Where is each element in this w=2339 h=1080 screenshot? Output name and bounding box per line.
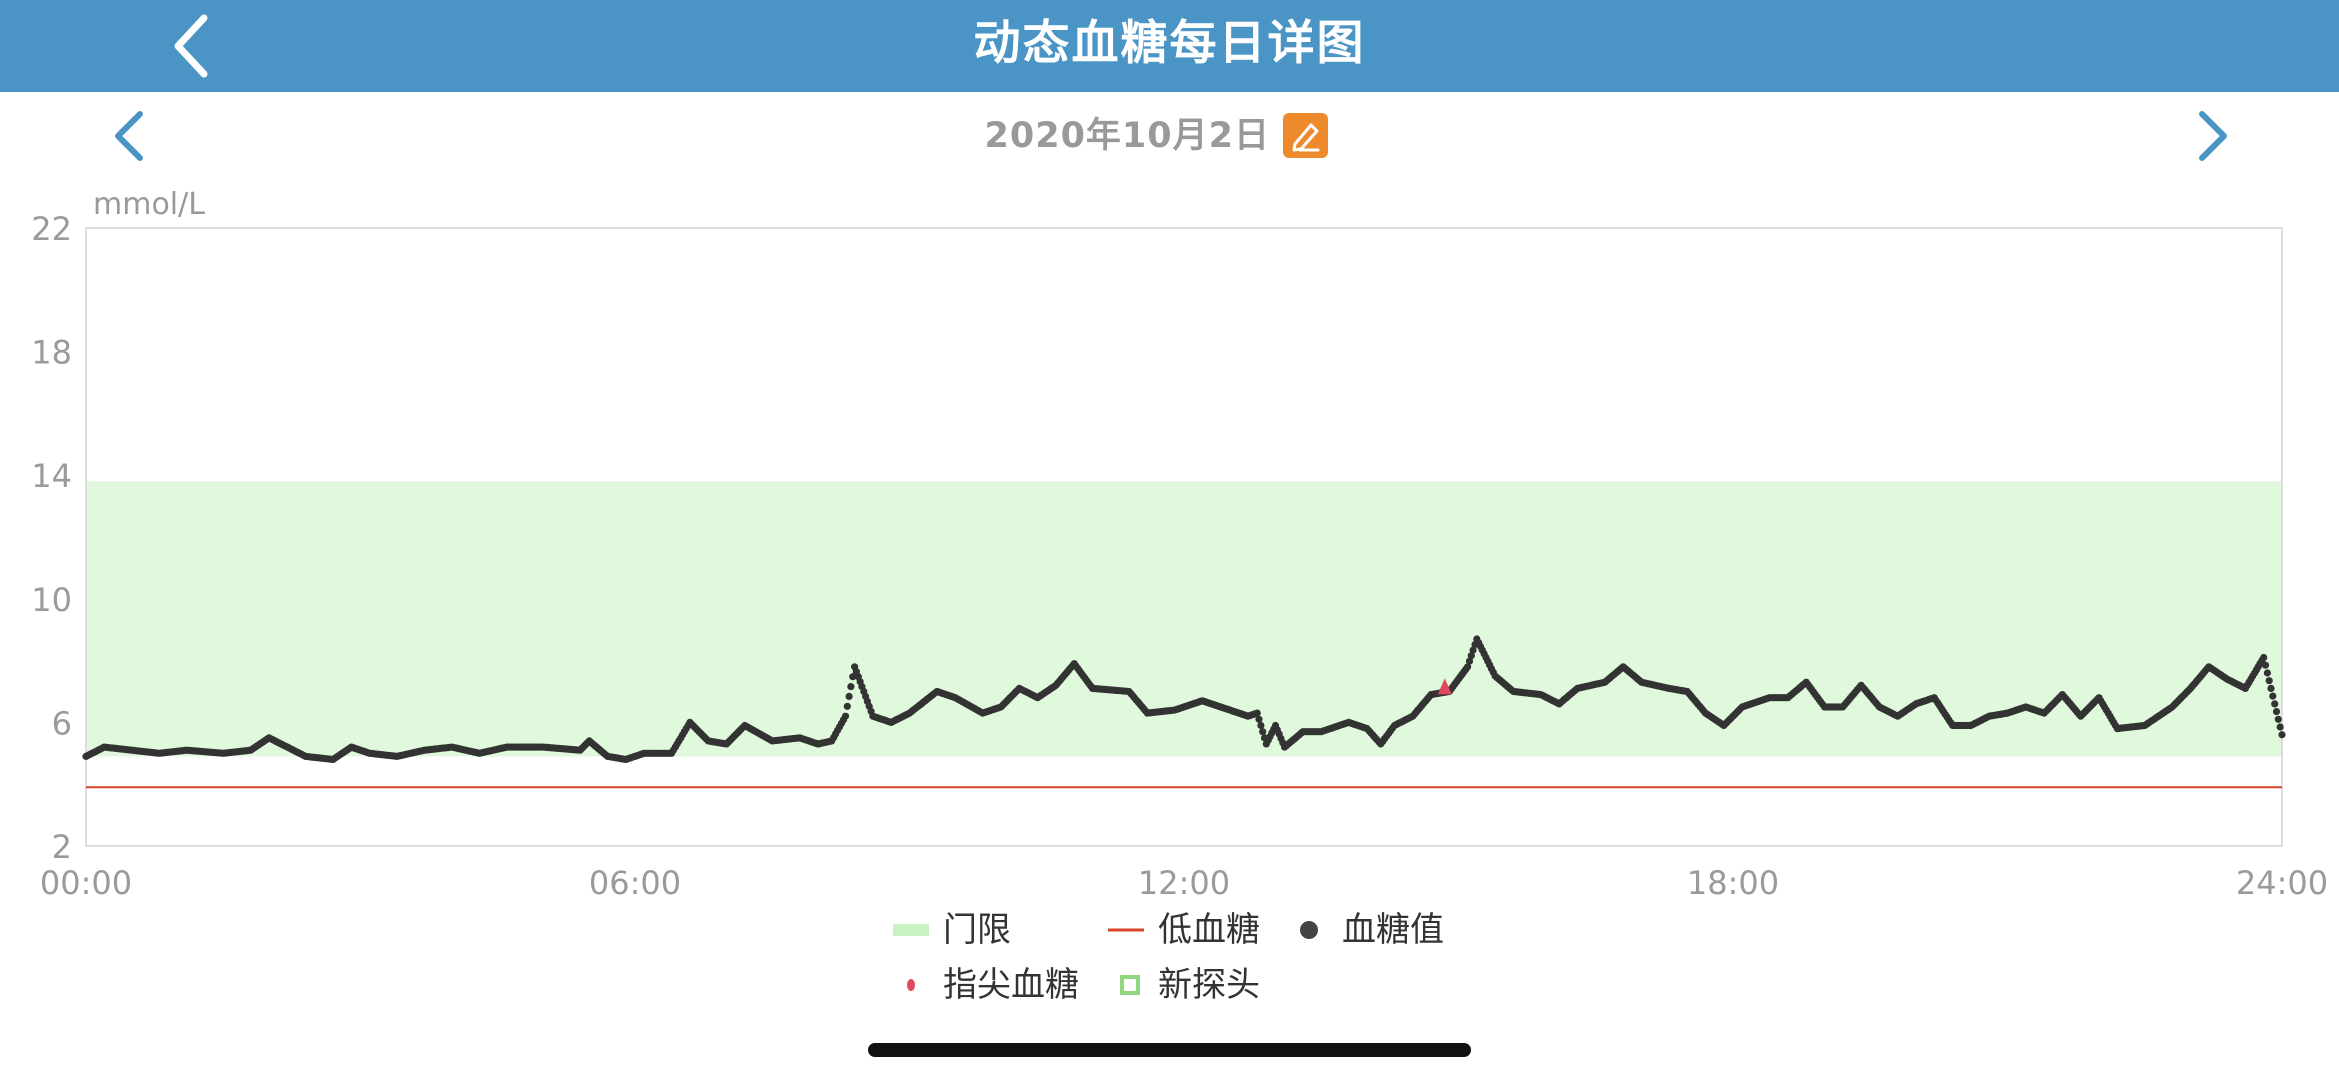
- hypo-line-swatch: [1108, 928, 1144, 932]
- glucose-point: [2271, 700, 2279, 708]
- edit-button[interactable]: [1283, 113, 1328, 158]
- glucose-point: [2265, 677, 2273, 685]
- page-title: 动态血糖每日详图: [973, 16, 1366, 71]
- x-tick-label: 06:00: [589, 864, 681, 900]
- x-tick-label: 24:00: [2236, 864, 2328, 900]
- glucose-point: [2276, 723, 2284, 731]
- threshold-band-swatch: [893, 924, 929, 936]
- y-tick-label: 2: [52, 828, 72, 866]
- next-day-button[interactable]: [2190, 108, 2234, 164]
- legend-label: 新探头: [1158, 965, 1260, 1005]
- previous-day-button[interactable]: [108, 108, 152, 164]
- new-sensor-swatch: [1120, 975, 1140, 995]
- app-header: 动态血糖每日详图: [0, 0, 2339, 92]
- glucose-dot-swatch: [1300, 921, 1318, 939]
- legend-item-glucose: 血糖值: [1298, 905, 1444, 955]
- y-tick-label: 14: [31, 457, 72, 495]
- x-tick-label: 18:00: [1687, 864, 1779, 900]
- y-tick-label: 6: [52, 704, 72, 742]
- legend-label: 门限: [943, 910, 1011, 950]
- y-tick-label: 18: [31, 334, 72, 372]
- glucose-point: [843, 702, 851, 710]
- glucose-point: [2261, 661, 2270, 669]
- glucose-point: [841, 712, 850, 720]
- home-indicator: [868, 1043, 1471, 1057]
- fingertip-dot-swatch: [907, 979, 915, 991]
- x-tick-label: 00:00: [40, 864, 132, 900]
- legend-row-1: 门限 低血糖 血糖值: [0, 905, 2339, 955]
- legend-row-2: 指尖血糖 新探头: [0, 960, 2339, 1010]
- glucose-point: [1257, 721, 1265, 730]
- legend-item-threshold: 门限: [893, 905, 1011, 955]
- legend-label: 低血糖: [1158, 910, 1260, 950]
- current-date: 2020年10月2日: [984, 116, 1270, 156]
- date-navigator: 2020年10月2日: [0, 100, 2339, 172]
- x-tick-label: 12:00: [1138, 864, 1230, 900]
- glucose-point: [1253, 709, 1261, 717]
- legend-item-hypo: 低血糖: [1108, 905, 1260, 955]
- glucose-point: [2272, 708, 2281, 716]
- glucose-point: [2274, 715, 2282, 723]
- glucose-point: [2278, 731, 2286, 739]
- glucose-point: [2267, 684, 2275, 692]
- pencil-edit-icon: [1292, 123, 1320, 152]
- glucose-point: [847, 683, 855, 691]
- legend-item-fingertip: 指尖血糖: [903, 960, 1079, 1010]
- legend-label: 指尖血糖: [943, 965, 1079, 1005]
- y-tick-label: 10: [31, 581, 72, 619]
- glucose-point: [1255, 715, 1263, 723]
- glucose-point: [2260, 653, 2268, 662]
- legend-item-new-sensor: 新探头: [1120, 960, 1260, 1010]
- chevron-right-icon: [2199, 111, 2227, 161]
- threshold-band: [86, 481, 2282, 757]
- y-tick-label: 22: [31, 210, 72, 248]
- glucose-point: [2263, 669, 2271, 677]
- glucose-chart: 22 18 14 10 6 200:00 06:00 12:00 18:00 24:00 mmol/…: [31, 187, 2328, 900]
- chevron-left-icon: [115, 111, 143, 161]
- y-axis-unit-label: mmol/L: [93, 187, 205, 222]
- glucose-point: [845, 692, 853, 701]
- glucose-point: [2269, 692, 2277, 700]
- legend-label: 血糖值: [1342, 910, 1444, 950]
- glucose-point: [1259, 728, 1267, 736]
